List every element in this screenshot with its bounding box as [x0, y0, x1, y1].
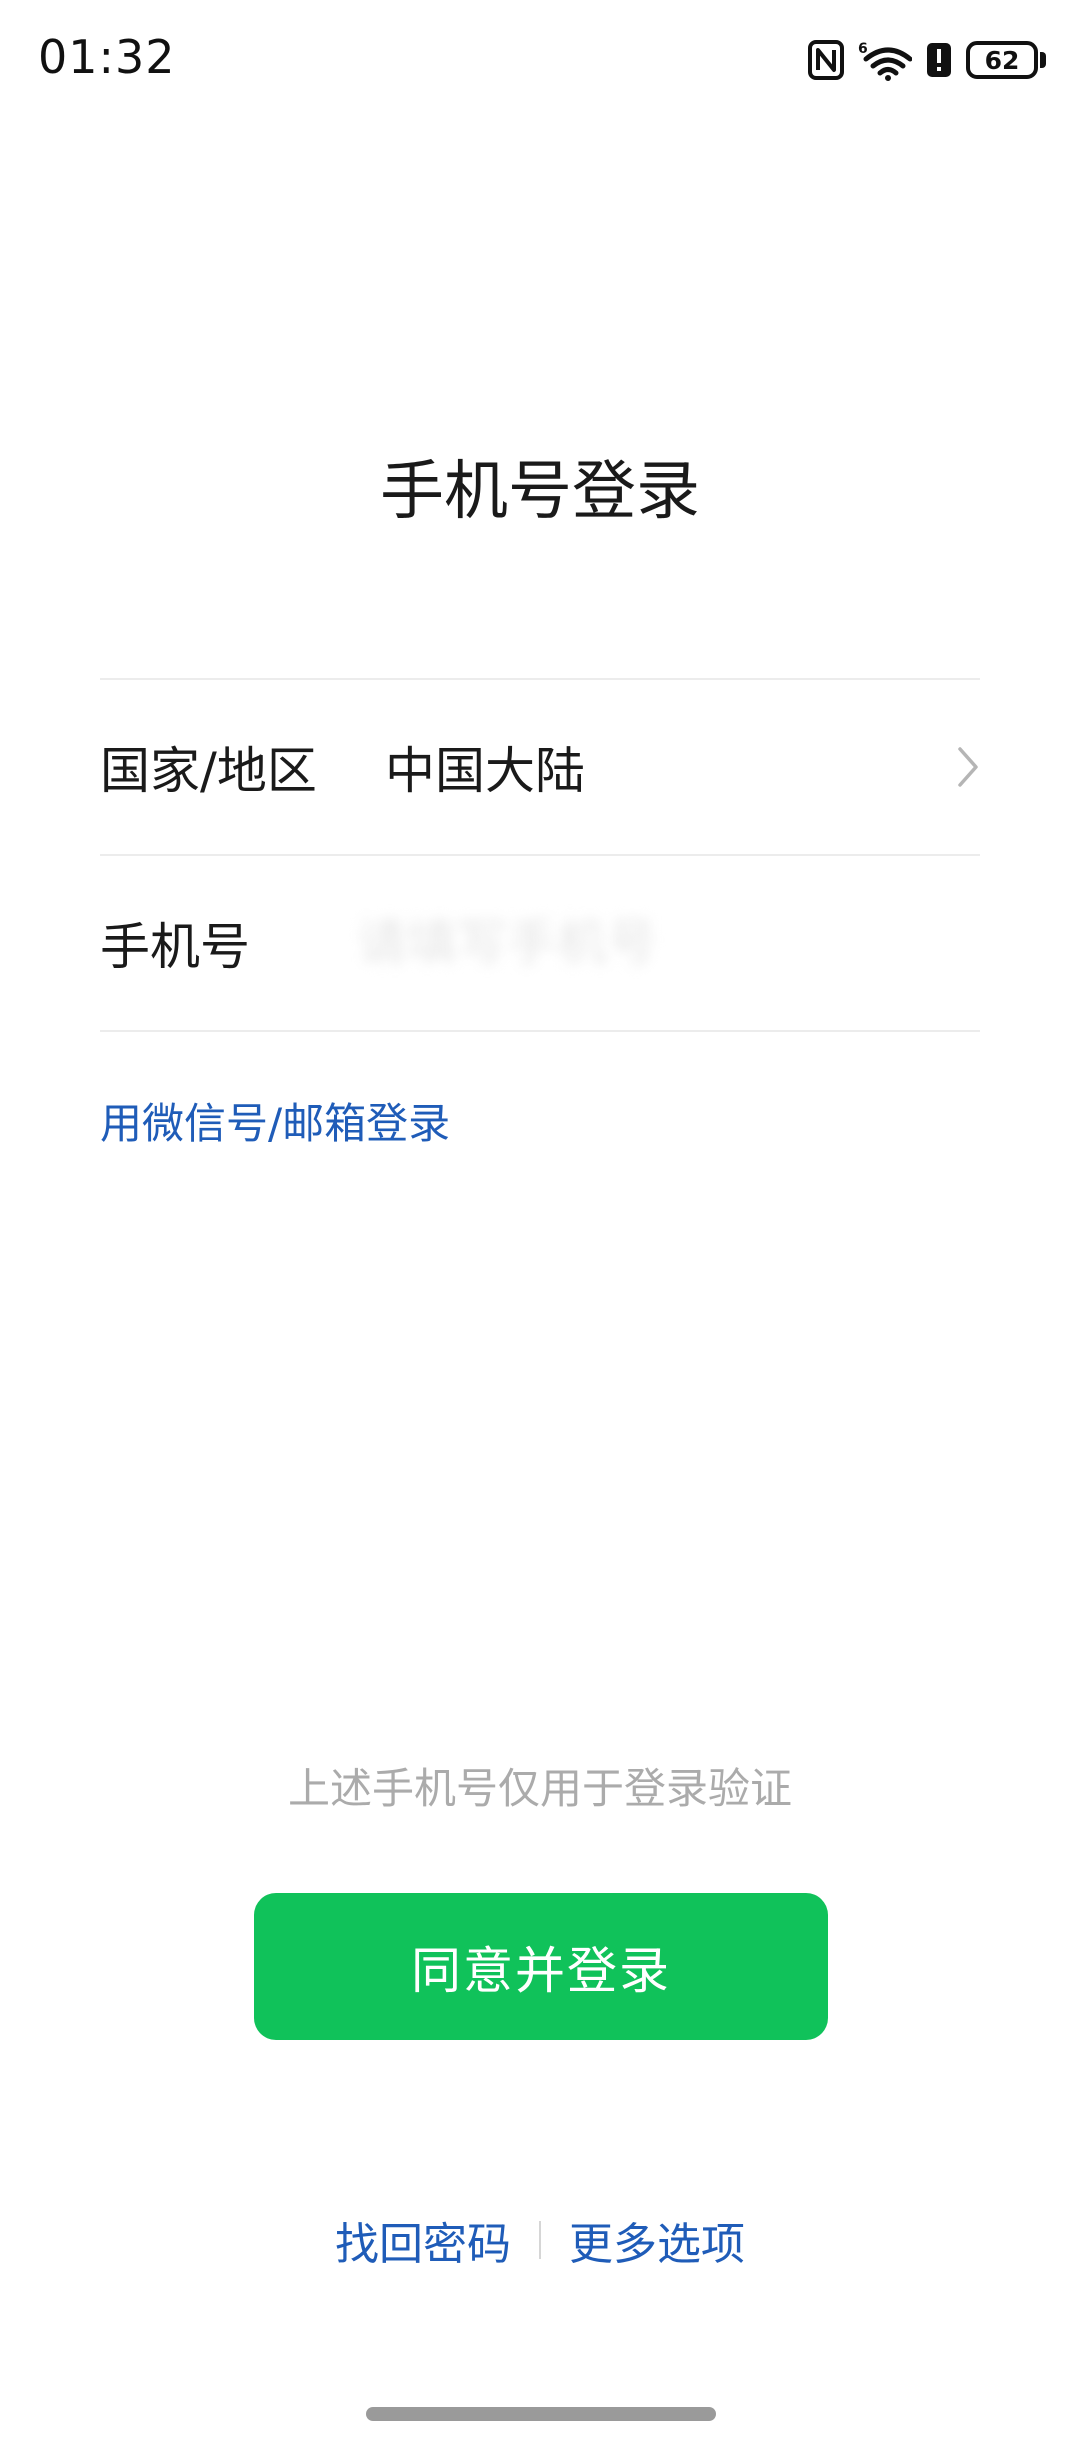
battery-cap [1040, 52, 1046, 68]
region-value: 中国大陆 [385, 742, 585, 800]
status-time: 01:32 [38, 30, 176, 84]
privacy-hint: 上述手机号仅用于登录验证 [287, 1764, 792, 1813]
recover-password-link[interactable]: 找回密码 [335, 2208, 511, 2272]
agree-login-button[interactable]: 同意并登录 [254, 1893, 828, 2040]
more-options-link[interactable]: 更多选项 [569, 2208, 745, 2272]
battery-icon: 62 [966, 41, 1046, 79]
wifi-6-icon: 6 [858, 39, 912, 81]
home-indicator[interactable] [366, 2407, 716, 2421]
phone-label: 手机号 [100, 918, 250, 976]
battery-level: 62 [966, 41, 1038, 79]
phone-row: 手机号 [100, 856, 980, 1030]
nfc-icon [808, 40, 844, 80]
status-icons: 6 62 [808, 38, 1046, 82]
phone-input[interactable] [357, 903, 980, 983]
link-separator [539, 2221, 541, 2259]
divider-bottom [100, 1030, 980, 1032]
region-label: 国家/地区 [100, 742, 317, 800]
alert-icon [926, 40, 952, 80]
chevron-right-icon [940, 737, 980, 797]
page-title: 手机号登录 [380, 455, 700, 529]
status-bar: 01:32 6 62 [0, 0, 1080, 120]
alt-login-link[interactable]: 用微信号/邮箱登录 [100, 1090, 450, 1151]
bottom-links: 找回密码 更多选项 [0, 2208, 1080, 2272]
svg-text:6: 6 [858, 41, 868, 57]
region-selector[interactable]: 国家/地区 中国大陆 [100, 680, 980, 854]
